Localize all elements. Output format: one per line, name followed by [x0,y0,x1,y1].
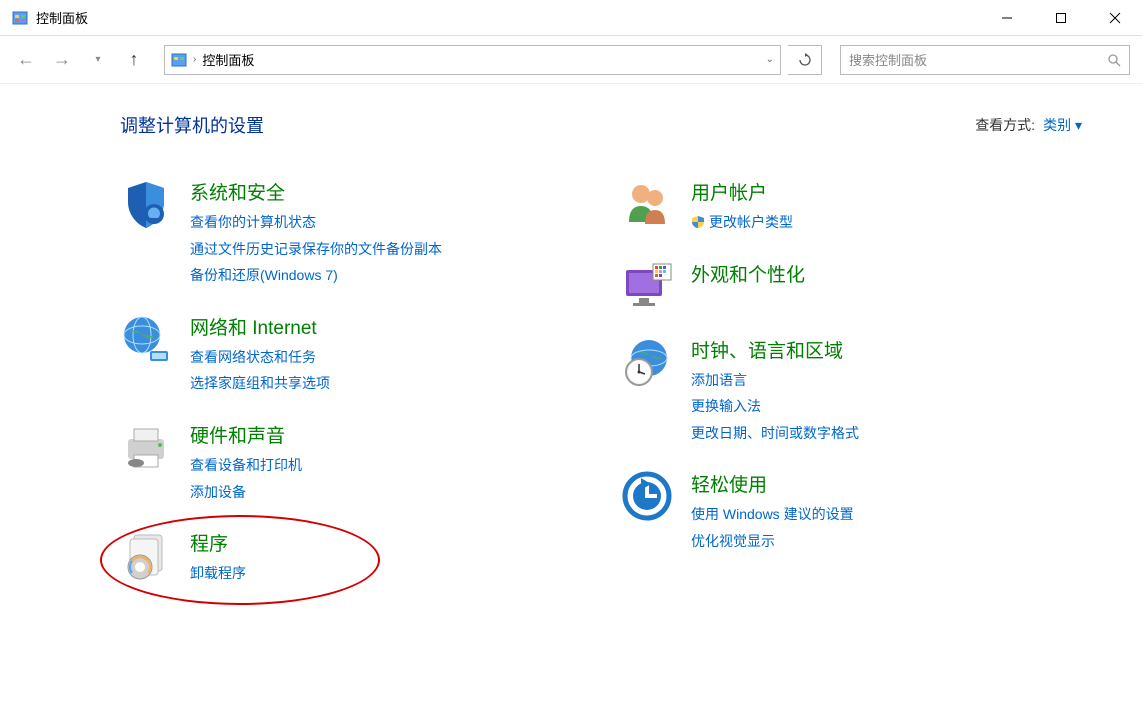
category-network: 网络和 Internet 查看网络状态和任务 选择家庭组和共享选项 [120,313,581,397]
content-header: 调整计算机的设置 查看方式: 类别 ▾ [120,112,1082,138]
page-title: 调整计算机的设置 [120,112,264,138]
chevron-down-icon[interactable]: ⌄ [766,54,774,65]
category-ease-of-access: 轻松使用 使用 Windows 建议的设置 优化视觉显示 [621,470,1082,554]
category-title[interactable]: 轻松使用 [691,470,1082,497]
left-column: 系统和安全 查看你的计算机状态 通过文件历史记录保存你的文件备份副本 备份和还原… [120,178,581,611]
control-panel-icon [12,10,28,26]
uac-shield-icon [691,215,705,229]
category-title[interactable]: 系统和安全 [190,178,581,205]
category-link[interactable]: 优化视觉显示 [691,528,1082,555]
category-link[interactable]: 查看设备和打印机 [190,452,581,479]
category-link[interactable]: 使用 Windows 建议的设置 [691,501,1082,528]
window-title: 控制面板 [36,8,980,27]
users-icon [621,178,673,230]
right-column: 用户帐户 更改帐户类型 外观和个性化 [621,178,1082,611]
control-panel-icon [171,52,187,68]
category-columns: 系统和安全 查看你的计算机状态 通过文件历史记录保存你的文件备份副本 备份和还原… [120,178,1082,611]
shield-icon [120,178,172,230]
up-button[interactable]: ↑ [120,46,148,74]
chevron-right-icon: › [193,54,196,65]
category-link[interactable]: 查看你的计算机状态 [190,209,581,236]
category-link[interactable]: 卸载程序 [190,560,581,587]
navbar: ← → ▾ ↑ › 控制面板 ⌄ 搜索控制面板 [0,36,1142,84]
view-by-dropdown[interactable]: 类别 ▾ [1043,115,1082,135]
search-icon [1107,53,1121,67]
recent-dropdown[interactable]: ▾ [84,46,112,74]
ease-of-access-icon [621,470,673,522]
view-by: 查看方式: 类别 ▾ [975,115,1082,135]
category-appearance: 外观和个性化 [621,260,1082,312]
category-title[interactable]: 外观和个性化 [691,260,1082,287]
category-title[interactable]: 用户帐户 [691,178,1082,205]
category-link[interactable]: 更换输入法 [691,393,1082,420]
programs-icon [120,529,172,581]
category-title[interactable]: 硬件和声音 [190,421,581,448]
category-link[interactable]: 更改帐户类型 [691,209,1082,236]
refresh-button[interactable] [788,45,822,75]
category-link[interactable]: 添加语言 [691,367,1082,394]
forward-button[interactable]: → [48,46,76,74]
maximize-button[interactable] [1034,0,1088,35]
category-link[interactable]: 选择家庭组和共享选项 [190,370,581,397]
category-system-security: 系统和安全 查看你的计算机状态 通过文件历史记录保存你的文件备份副本 备份和还原… [120,178,581,289]
category-hardware: 硬件和声音 查看设备和打印机 添加设备 [120,421,581,505]
printer-icon [120,421,172,473]
category-title[interactable]: 网络和 Internet [190,313,581,340]
globe-network-icon [120,313,172,365]
category-clock-region: 时钟、语言和区域 添加语言 更换输入法 更改日期、时间或数字格式 [621,336,1082,447]
category-users: 用户帐户 更改帐户类型 [621,178,1082,236]
category-title[interactable]: 时钟、语言和区域 [691,336,1082,363]
titlebar: 控制面板 [0,0,1142,36]
content-area: 调整计算机的设置 查看方式: 类别 ▾ 系统和安全 查看你的计算机状态 通过文件… [0,84,1142,631]
category-programs: 程序 卸载程序 [120,529,581,587]
monitor-colors-icon [621,260,673,312]
view-by-label: 查看方式: [975,115,1035,135]
category-link[interactable]: 通过文件历史记录保存你的文件备份副本 [190,236,581,263]
category-title[interactable]: 程序 [190,529,581,556]
search-input[interactable]: 搜索控制面板 [840,45,1130,75]
breadcrumb-text[interactable]: 控制面板 [202,50,254,69]
clock-globe-icon [621,336,673,388]
category-link[interactable]: 更改日期、时间或数字格式 [691,420,1082,447]
category-link[interactable]: 查看网络状态和任务 [190,344,581,371]
category-link[interactable]: 添加设备 [190,479,581,506]
close-button[interactable] [1088,0,1142,35]
back-button[interactable]: ← [12,46,40,74]
search-placeholder: 搜索控制面板 [849,50,927,69]
breadcrumb[interactable]: › 控制面板 ⌄ [164,45,781,75]
category-link[interactable]: 备份和还原(Windows 7) [190,262,581,289]
minimize-button[interactable] [980,0,1034,35]
window-controls [980,0,1142,35]
